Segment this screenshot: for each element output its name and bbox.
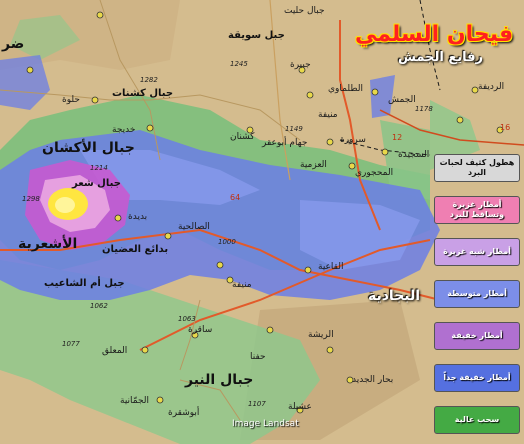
imagery-credit: Image Landsat	[232, 419, 299, 429]
place-label: جبال شعر	[72, 178, 121, 189]
map-title: فيحان السلمي	[355, 22, 514, 47]
place-label: خديجة	[112, 125, 136, 135]
place-label: عشيلة	[288, 402, 312, 412]
elevation-label: 1107	[248, 400, 266, 408]
place-label: السجيدة	[398, 150, 430, 160]
place-label: حلوة	[62, 95, 80, 105]
place-label: جبيرة	[290, 60, 311, 70]
legend-label: هطول كثيف لحبات البرد	[439, 158, 515, 177]
place-label: بدائع العضيان	[102, 244, 169, 255]
place-label: جبال الأكشان	[42, 140, 135, 156]
place-label: الريشة	[308, 330, 334, 340]
elevation-label: 1077	[62, 340, 80, 348]
elevation-label: 1298	[22, 195, 40, 203]
legend-item-very-light: أمطار خفيفة جداً	[434, 364, 520, 392]
place-label: جبل سويقة	[228, 30, 285, 41]
svg-text:64: 64	[230, 193, 240, 202]
place-label: البجادية	[368, 288, 421, 304]
legend-label: أمطار غزيرة وتساقط للبرد	[449, 200, 505, 219]
legend-label: أمطار خفيفة	[451, 331, 503, 340]
map-subtitle: رفايع الجمش	[398, 50, 483, 65]
legend-item-semi-heavy: أمطار شبه غزيرة	[434, 238, 520, 266]
place-label: ساقرة	[188, 325, 213, 335]
place-label: أبوشقرة	[168, 408, 200, 418]
svg-text:16: 16	[500, 123, 510, 132]
legend-label: أمطار خفيفة جداً	[443, 373, 511, 382]
place-label: جهام أبوعقر	[262, 138, 308, 148]
elevation-label: 1214	[90, 164, 108, 172]
place-label: الأشعرية	[18, 236, 78, 252]
legend-item-heavy-rain-hail: أمطار غزيرة وتساقط للبرد	[434, 196, 520, 224]
place-label: العزمية	[300, 160, 327, 170]
rain-legend: هطول كثيف لحبات البرد أمطار غزيرة وتساقط…	[432, 152, 522, 442]
place-label: الطلماوي	[328, 84, 363, 94]
place-label: جبل أم الشاعيب	[44, 278, 125, 289]
place-label: منيفة	[232, 280, 252, 290]
legend-item-high-clouds: سحب عالية	[434, 406, 520, 434]
legend-item-light: أمطار خفيفة	[434, 322, 520, 350]
elevation-label: 1063	[178, 315, 196, 323]
place-label: منيفة	[318, 110, 338, 120]
place-label: الصالحية	[178, 222, 210, 232]
place-label: المعلق	[102, 346, 128, 356]
elevation-label: 1245	[230, 60, 248, 68]
elevation-label: 1062	[90, 302, 108, 310]
legend-label: أمطار شبه غزيرة	[443, 247, 511, 256]
elevation-label: 1178	[415, 105, 433, 113]
place-label: جبال النير	[185, 372, 254, 388]
place-label: الرديفة	[478, 82, 505, 92]
place-label: كشنان	[230, 132, 255, 142]
elevation-label: 1000	[218, 238, 236, 246]
place-label: القاعية	[318, 262, 344, 272]
place-label: الجمش	[388, 95, 416, 105]
place-label: الجمّانية	[120, 396, 150, 406]
place-label: بديدة	[128, 212, 148, 222]
legend-item-moderate: أمطار متوسطة	[434, 280, 520, 308]
place-label: المحجوري	[355, 168, 394, 178]
place-label: سرورة	[340, 135, 366, 145]
place-label: جبال حليت	[284, 6, 325, 16]
elevation-label: 1282	[140, 76, 158, 84]
place-label: ضر	[2, 36, 25, 52]
svg-text:12: 12	[392, 133, 402, 142]
legend-label: سحب عالية	[454, 415, 500, 424]
place-label: بحار الجديد	[352, 375, 394, 385]
legend-label: أمطار متوسطة	[447, 289, 507, 298]
place-label: جبال كشنات	[112, 88, 174, 99]
place-label: حفنا	[250, 352, 266, 362]
elevation-label: 1149	[285, 125, 303, 133]
legend-item-heavy-hail: هطول كثيف لحبات البرد	[434, 154, 520, 182]
